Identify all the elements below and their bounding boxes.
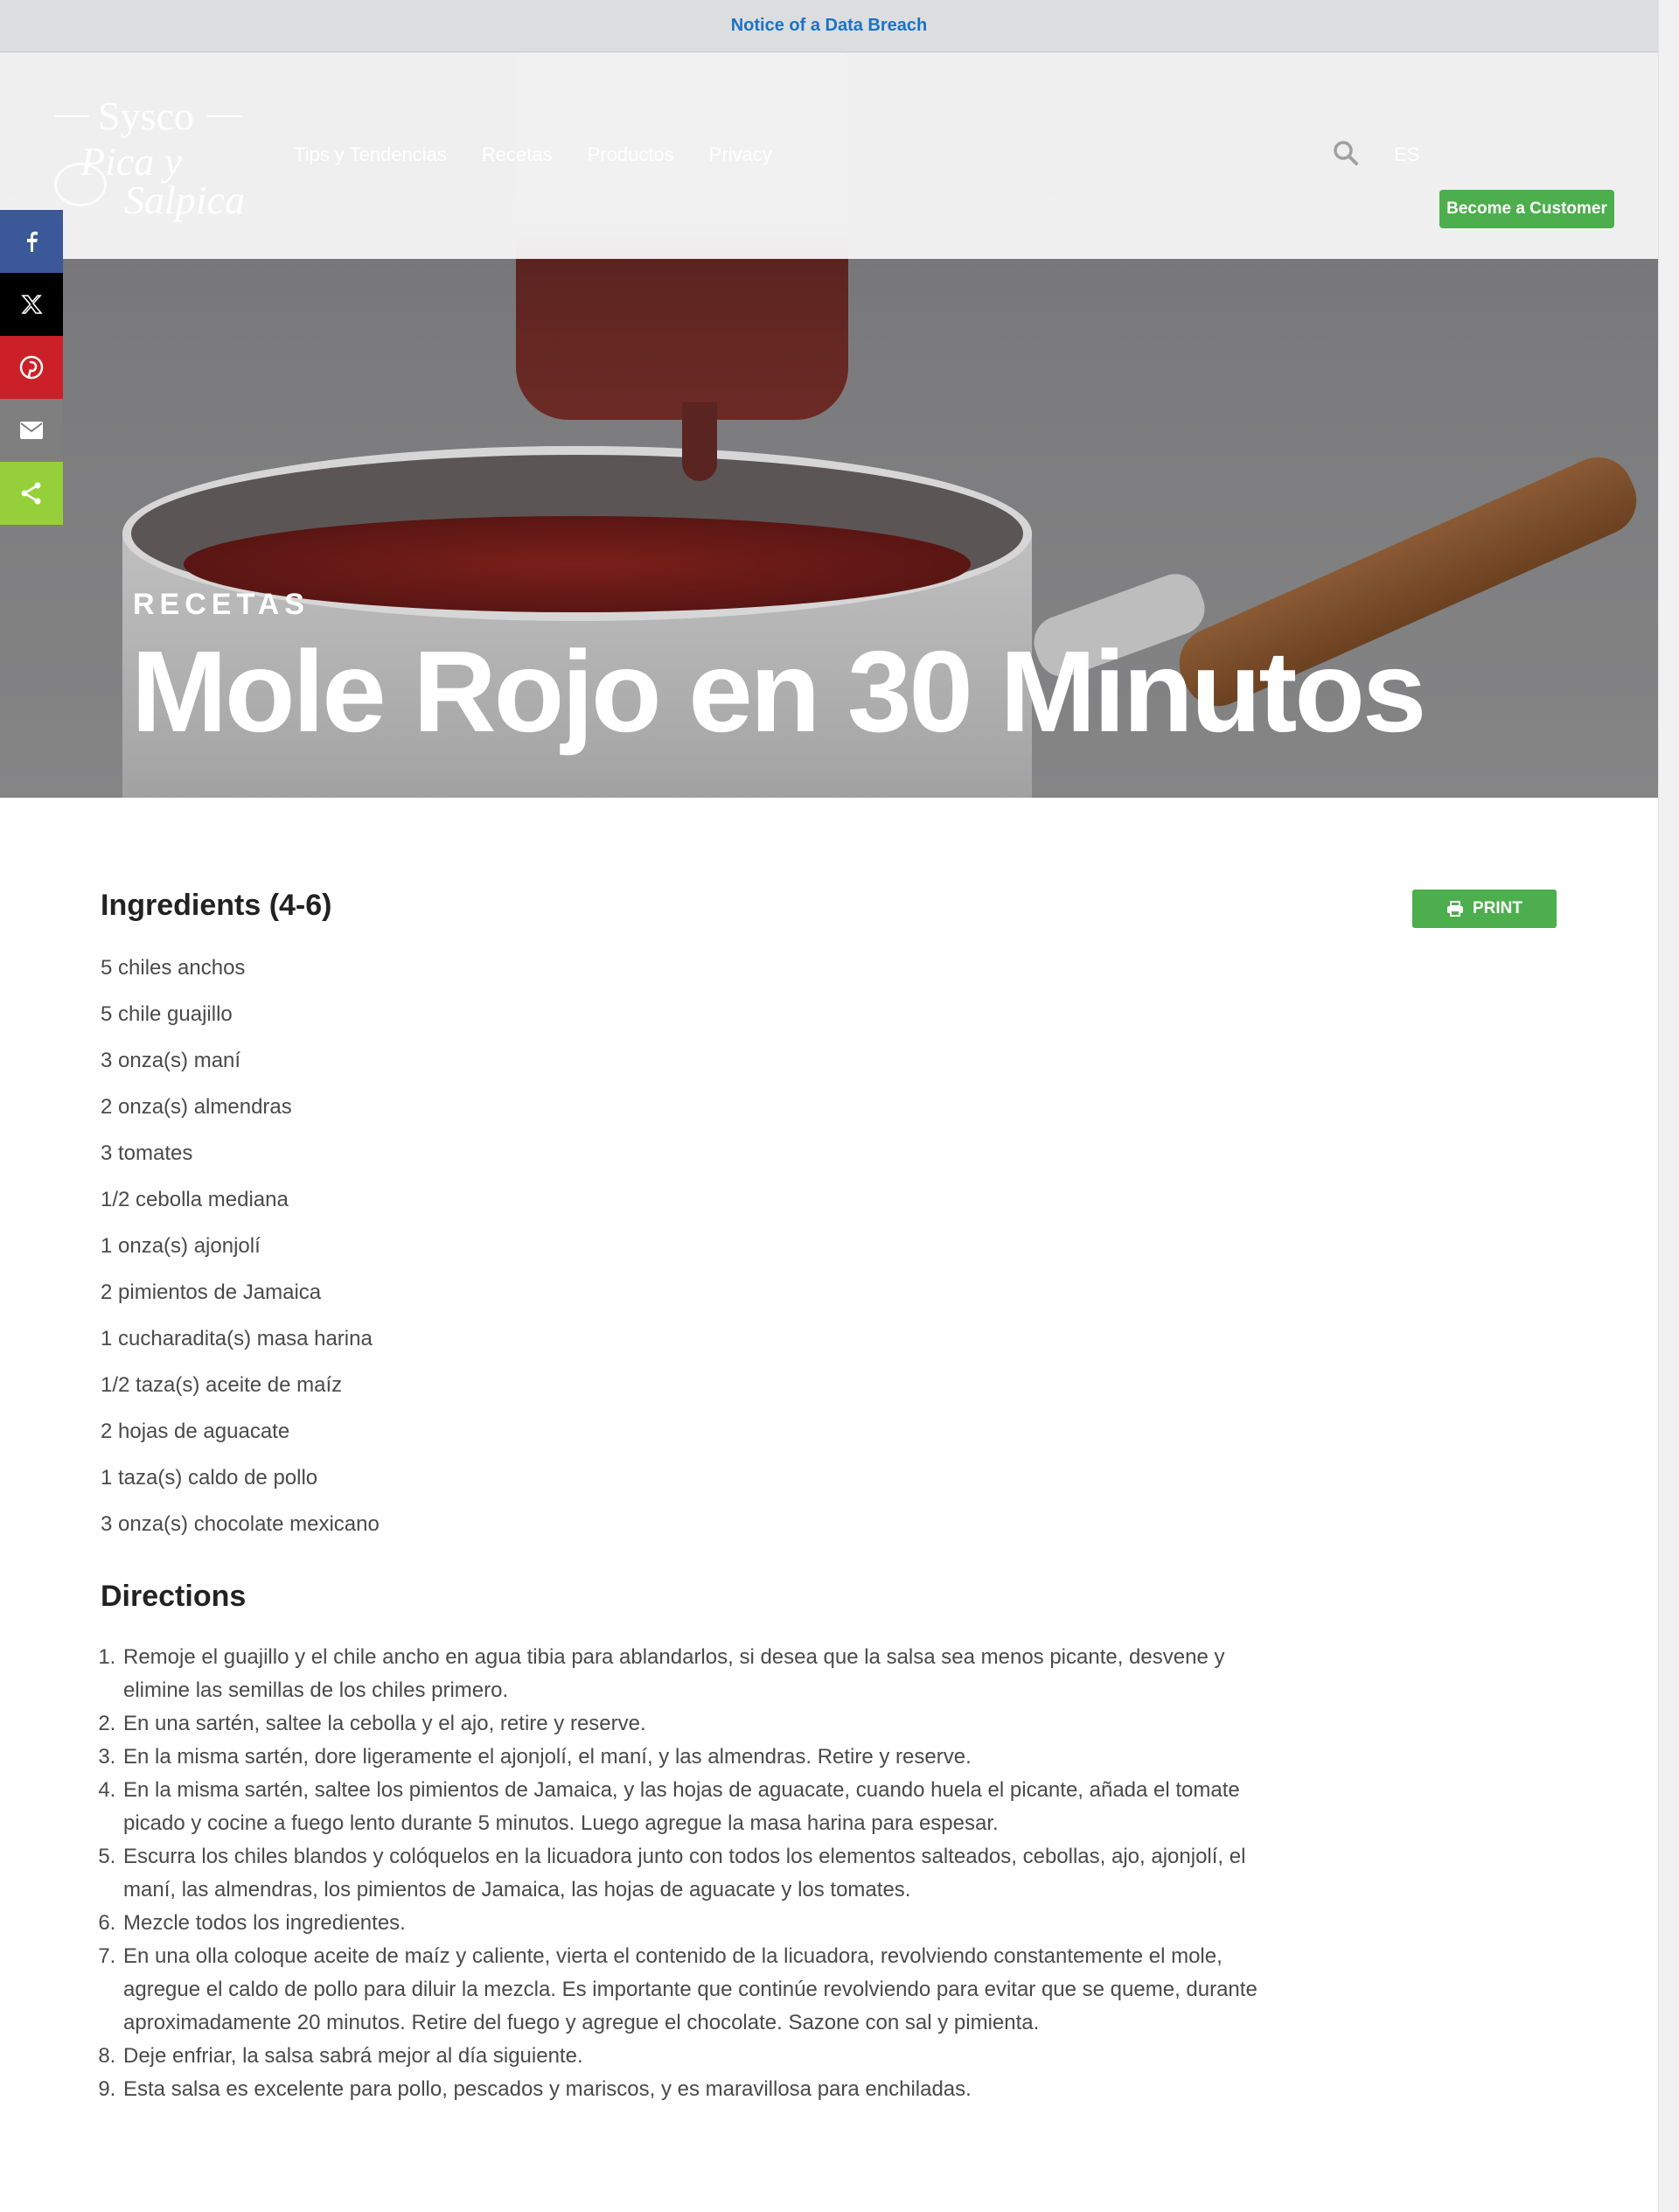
ingredient-item: 1/2 cebolla mediana xyxy=(101,1188,289,1211)
ingredient-item: 1 onza(s) ajonjolí xyxy=(101,1234,261,1258)
search-icon[interactable] xyxy=(1333,140,1359,166)
nav-item-privacy[interactable]: Privacy xyxy=(709,143,772,166)
ingredient-item: 2 pimientos de Jamaica xyxy=(101,1280,322,1304)
ingredient-item: 5 chile guajillo xyxy=(101,1002,233,1026)
direction-step: Mezcle todos los ingredientes. xyxy=(122,1907,1290,1940)
ingredient-item: 3 tomates xyxy=(101,1141,193,1165)
ingredient-item: 1 taza(s) caldo de pollo xyxy=(101,1466,318,1490)
x-icon xyxy=(21,295,43,314)
ingredient-item: 2 hojas de aguacate xyxy=(101,1420,290,1443)
logo-salpica-text: Salpica xyxy=(124,178,245,222)
share-icon xyxy=(21,482,41,505)
pinterest-icon xyxy=(19,355,44,380)
become-a-customer-button[interactable]: Become a Customer xyxy=(1439,190,1614,228)
ingredient-item: 1/2 taza(s) aceite de maíz xyxy=(101,1373,343,1397)
page-scrollbar[interactable] xyxy=(1658,0,1679,2212)
main-nav: Tips y Tendencias Recetas Productos Priv… xyxy=(294,143,772,166)
ingredient-item: 1 cucharadita(s) masa harina xyxy=(101,1327,373,1350)
direction-step: Deje enfriar, la salsa sabrá mejor al dí… xyxy=(122,2040,1290,2073)
directions-list: Remoje el guajillo y el chile ancho en a… xyxy=(101,1641,1290,2106)
logo-rule-right xyxy=(207,115,242,117)
direction-step: Remoje el guajillo y el chile ancho en a… xyxy=(122,1641,1290,1707)
logo-sysco-text: Sysco xyxy=(98,94,194,138)
print-button[interactable]: PRINT xyxy=(1412,890,1557,928)
direction-step: En una olla coloque aceite de maíz y cal… xyxy=(122,1940,1290,2040)
ingredients-list: 5 chiles anchos 5 chile guajillo 3 onza(… xyxy=(101,953,380,1556)
email-share-button[interactable] xyxy=(0,399,63,462)
sysco-pica-y-salpica-logo[interactable]: Sysco Pica y Salpica xyxy=(54,93,255,224)
language-switch[interactable]: ES xyxy=(1394,143,1419,166)
hero-image-drip xyxy=(682,402,717,481)
direction-step: En la misma sartén, saltee los pimientos… xyxy=(122,1774,1290,1840)
ingredient-item: 2 onza(s) almendras xyxy=(101,1095,292,1119)
ingredient-item: 3 onza(s) maní xyxy=(101,1049,241,1072)
hero-category: RECETAS xyxy=(133,588,310,621)
print-button-label: PRINT xyxy=(1473,899,1522,918)
direction-step: En la misma sartén, dore ligeramente el … xyxy=(122,1741,1290,1774)
ingredients-heading: Ingredients (4-6) xyxy=(101,889,332,922)
direction-step: En una sartén, saltee la cebolla y el aj… xyxy=(122,1707,1290,1741)
social-share-bar xyxy=(0,210,63,525)
directions-heading: Directions xyxy=(101,1580,247,1613)
site-header: Sysco Pica y Salpica Tips y Tendencias R… xyxy=(0,52,1658,259)
facebook-icon xyxy=(27,231,38,252)
nav-item-recetas[interactable]: Recetas xyxy=(482,143,553,166)
nav-item-productos[interactable]: Productos xyxy=(588,143,674,166)
x-share-button[interactable] xyxy=(0,273,63,336)
general-share-button[interactable] xyxy=(0,462,63,525)
nav-item-tips-y-tendencias[interactable]: Tips y Tendencias xyxy=(294,143,447,166)
direction-step: Escurra los chiles blandos y colóquelos … xyxy=(122,1840,1290,1907)
data-breach-notice-link[interactable]: Notice of a Data Breach xyxy=(731,16,928,36)
ingredient-item: 3 onza(s) chocolate mexicano xyxy=(101,1512,380,1536)
notice-bar: Notice of a Data Breach xyxy=(0,0,1658,52)
logo-rule-left xyxy=(54,115,89,117)
pinterest-share-button[interactable] xyxy=(0,336,63,399)
facebook-share-button[interactable] xyxy=(0,210,63,273)
direction-step: Esta salsa es excelente para pollo, pesc… xyxy=(122,2073,1290,2106)
page-title: Mole Rojo en 30 Minutos xyxy=(131,627,1426,756)
printer-icon xyxy=(1447,901,1463,917)
email-icon xyxy=(20,422,43,439)
ingredient-item: 5 chiles anchos xyxy=(101,956,246,980)
